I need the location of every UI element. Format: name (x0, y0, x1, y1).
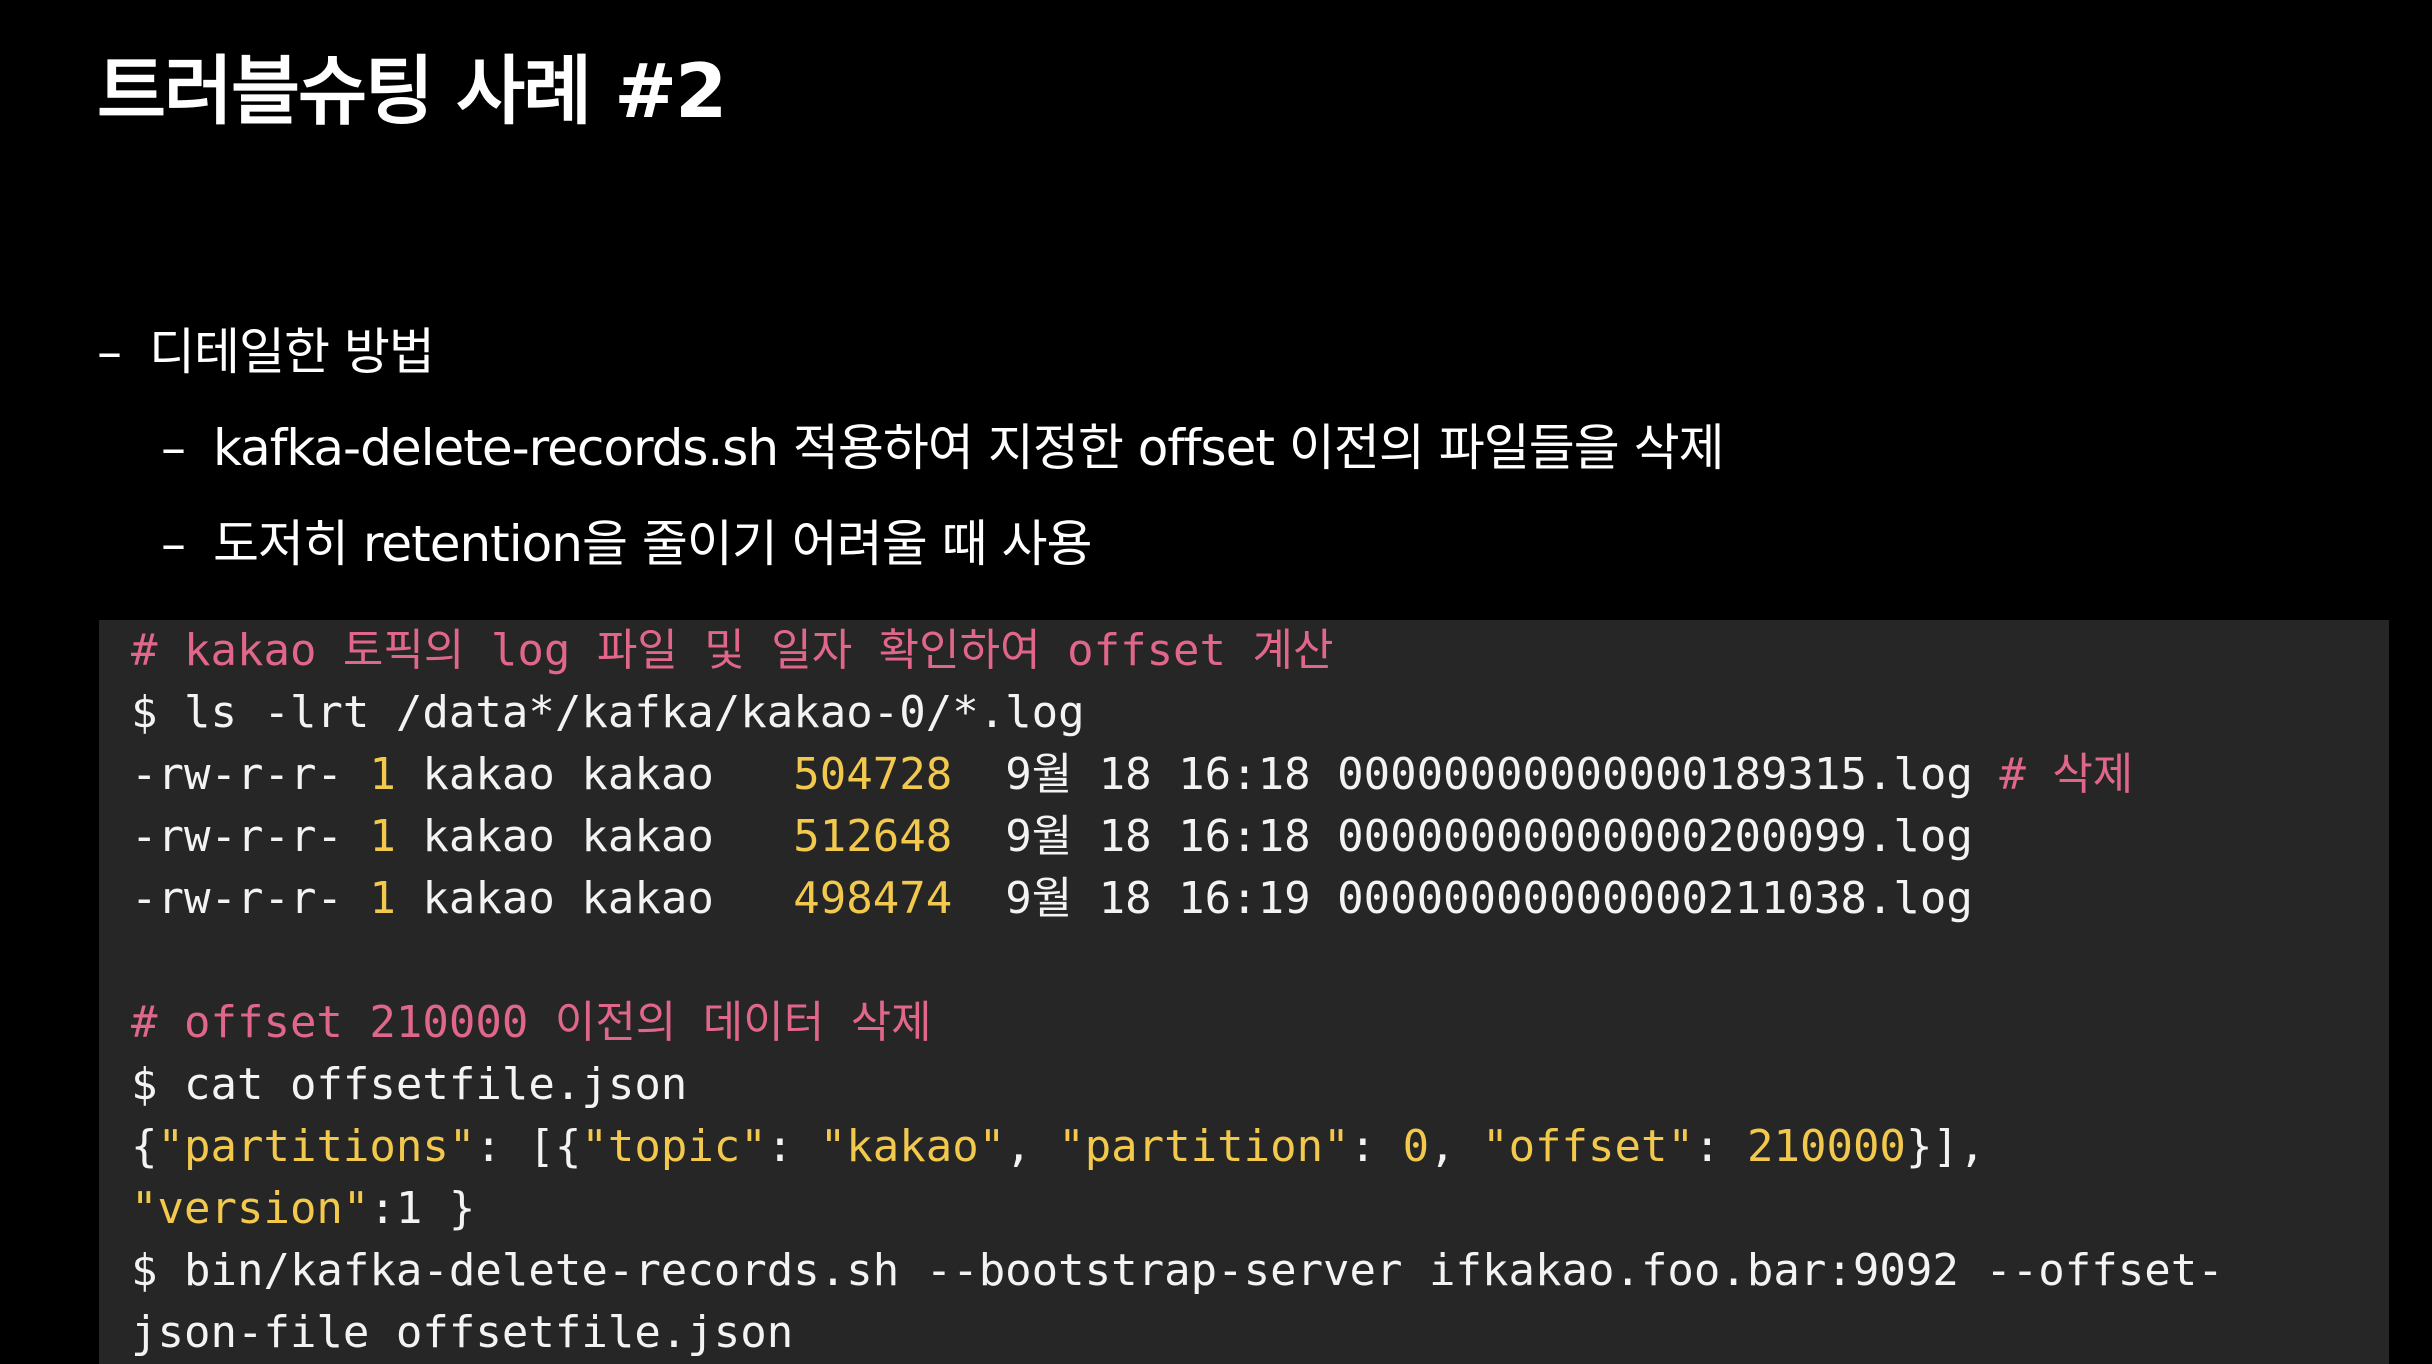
file-date: 9월 18 16:19 (952, 873, 1338, 924)
code-json-line: {"partitions": [{"topic": "kakao", "part… (131, 1116, 2389, 1178)
code-file-row: -rw-r-r- 1 kakao kakao 504728 9월 18 16:1… (131, 744, 2389, 806)
file-size: 504728 (793, 749, 953, 800)
file-comment: # 삭제 (1972, 749, 2134, 800)
file-owner: kakao kakao (395, 749, 794, 800)
code-json-line: "version":1 } (131, 1178, 2389, 1240)
file-owner: kakao kakao (395, 811, 794, 862)
slide-title: 트러블슈팅 사례 #2 (97, 47, 727, 135)
json-punctuation: }], (1905, 1121, 1986, 1172)
code-command: $ bin/kafka-delete-records.sh --bootstra… (131, 1245, 2224, 1296)
json-key: "offset" (1482, 1121, 1694, 1172)
file-permissions: -rw-r-r- (131, 749, 370, 800)
code-block: # kakao 토픽의 log 파일 및 일자 확인하여 offset 계산 $… (99, 620, 2389, 1364)
bullet-dash: – (161, 419, 186, 477)
code-comment: # offset 210000 이전의 데이터 삭제 (131, 997, 932, 1048)
bullet-dash: – (161, 515, 186, 573)
file-date: 9월 18 16:18 (952, 811, 1338, 862)
file-permissions: -rw-r-r- (131, 873, 370, 924)
json-punctuation: : (1349, 1121, 1403, 1172)
file-owner: kakao kakao (395, 873, 794, 924)
file-name: 00000000000000189315.log (1337, 749, 1973, 800)
json-punctuation: : (1694, 1121, 1747, 1172)
json-key: "partition" (1058, 1121, 1350, 1172)
bullet-level2-item: – 도저히 retention을 줄이기 어려울 때 사용 (161, 514, 1093, 574)
json-key: "version" (131, 1183, 370, 1234)
json-key: "topic" (581, 1121, 767, 1172)
json-punctuation: { (131, 1121, 158, 1172)
file-size: 512648 (793, 811, 953, 862)
bullet-text: 디테일한 방법 (149, 323, 435, 381)
json-key: "partitions" (157, 1121, 476, 1172)
json-value: 0 (1402, 1121, 1430, 1172)
bullet-text: kafka-delete-records.sh 적용하여 지정한 offset … (213, 419, 1725, 477)
file-links: 1 (369, 749, 396, 800)
file-name: 00000000000000211038.log (1337, 873, 1973, 924)
code-command: $ ls -lrt /data*/kafka/kakao-0/*.log (131, 687, 1085, 738)
code-file-row: -rw-r-r- 1 kakao kakao 512648 9월 18 16:1… (131, 806, 2389, 868)
json-punctuation: , (1429, 1121, 1483, 1172)
bullet-level1: – 디테일한 방법 (97, 322, 435, 382)
file-links: 1 (369, 811, 396, 862)
json-punctuation: : (766, 1121, 820, 1172)
bullet-dash: – (97, 323, 122, 381)
bullet-text: 도저히 retention을 줄이기 어려울 때 사용 (213, 515, 1093, 573)
json-value: 210000 (1746, 1121, 1906, 1172)
json-punctuation: , (1005, 1121, 1059, 1172)
json-punctuation: :1 } (369, 1183, 476, 1234)
bullet-level2-item: – kafka-delete-records.sh 적용하여 지정한 offset… (161, 418, 1725, 478)
file-size: 498474 (793, 873, 953, 924)
file-permissions: -rw-r-r- (131, 811, 370, 862)
json-punctuation: : [{ (475, 1121, 582, 1172)
code-command-continuation: json-file offsetfile.json (131, 1307, 794, 1358)
file-name: 00000000000000200099.log (1337, 811, 1973, 862)
file-links: 1 (369, 873, 396, 924)
code-file-row: -rw-r-r- 1 kakao kakao 498474 9월 18 16:1… (131, 868, 2389, 930)
file-date: 9월 18 16:18 (952, 749, 1338, 800)
json-value: "kakao" (819, 1121, 1006, 1172)
code-command: $ cat offsetfile.json (131, 1059, 688, 1110)
code-comment: # kakao 토픽의 log 파일 및 일자 확인하여 offset 계산 (131, 625, 1334, 676)
